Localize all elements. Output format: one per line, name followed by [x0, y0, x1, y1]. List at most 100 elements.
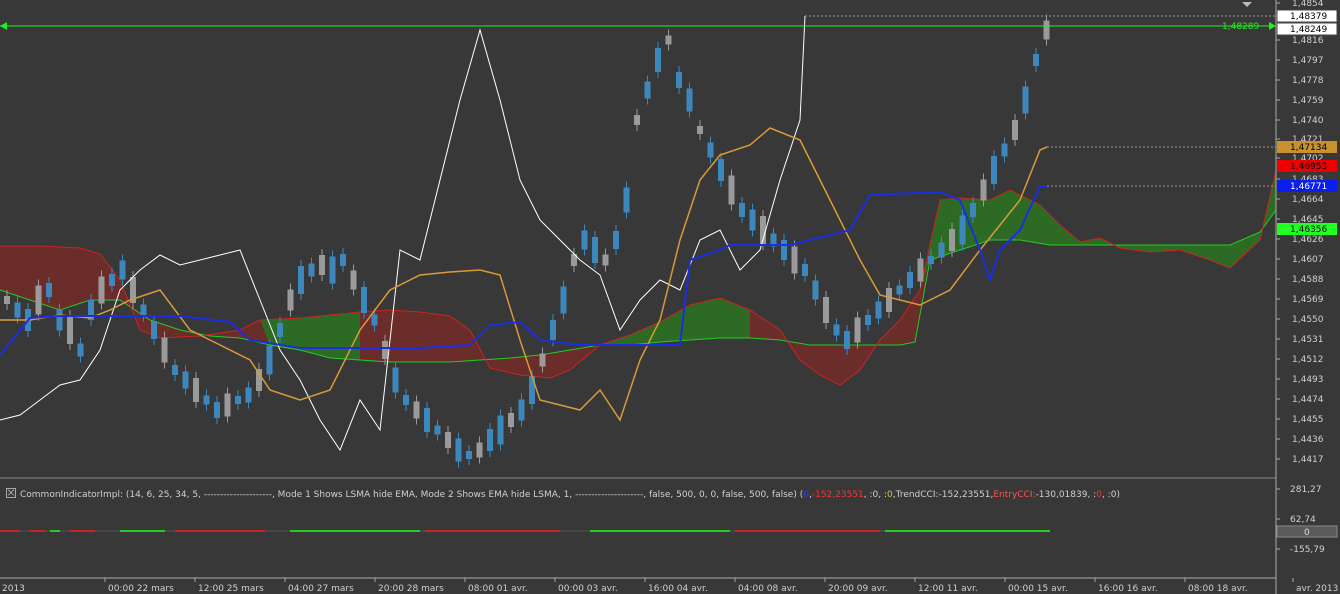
candle [287, 289, 294, 311]
candle [35, 285, 42, 315]
candle [665, 35, 672, 45]
candle [560, 286, 567, 314]
candle [917, 258, 924, 282]
candle [980, 179, 987, 201]
price-tick-label: 1,4588 [1292, 275, 1324, 285]
candle [865, 315, 871, 325]
candle [434, 425, 441, 435]
close-indicator-icon[interactable] [6, 488, 16, 498]
time-tick-label: 00:00 22 mars [108, 584, 174, 594]
price-tick-label: 1,4474 [1292, 395, 1324, 405]
candle [550, 320, 556, 340]
candle [340, 254, 346, 266]
candle [424, 408, 430, 432]
indicator-name: CommonIndicatorImpl: (14, 6, 25, 34, 5, … [20, 490, 804, 500]
candle [497, 415, 504, 445]
candle [1033, 54, 1039, 66]
candle [1043, 20, 1050, 40]
candle [203, 395, 210, 405]
indicator-tick-label: 281,27 [1290, 485, 1322, 495]
time-tick-label: 08:00 18 avr. [1188, 584, 1248, 594]
candle [844, 331, 850, 349]
legend-sep: , : [863, 490, 873, 500]
candle [403, 395, 409, 405]
price-tick-label: 1,4512 [1292, 355, 1324, 365]
candle [581, 230, 588, 250]
candle [718, 159, 724, 181]
candle [1001, 143, 1008, 157]
time-tick-label: 04:00 08 avr. [738, 584, 798, 594]
price-tick-label: 1,4664 [1292, 195, 1324, 205]
candle [235, 396, 241, 404]
candle [277, 323, 283, 337]
candle [623, 187, 630, 213]
svg-text:1,48379: 1,48379 [1290, 12, 1327, 22]
time-tick-label: 00:00 03 avr. [558, 584, 618, 594]
svg-text:1,47134: 1,47134 [1290, 143, 1327, 153]
main-plot-area[interactable] [0, 0, 1276, 478]
candle [67, 316, 73, 344]
svg-text:1,46356: 1,46356 [1290, 225, 1327, 235]
time-tick-label: 08:00 01 avr. [468, 584, 528, 594]
legend-close: ) [1116, 490, 1120, 500]
price-tick-label: 1,4569 [1292, 295, 1324, 305]
candle [361, 287, 367, 313]
time-tick-label: 16:00 04 avr. [648, 584, 708, 594]
candle [445, 432, 451, 448]
candle [14, 302, 21, 318]
candle [466, 451, 472, 459]
candle [140, 304, 147, 316]
time-tick-label: 04:00 27 mars [288, 584, 354, 594]
price-tick-label: 1,4417 [1292, 455, 1324, 465]
entry-cci-value: -130,01839 [1035, 490, 1088, 500]
candle [896, 285, 903, 295]
candle [46, 283, 52, 297]
candle [802, 264, 808, 276]
time-axis[interactable]: 2013 00:00 22 mars 12:00 25 mars 04:00 27 m… [0, 578, 1338, 594]
candle [245, 387, 252, 403]
price-tick-label: 1,4854 [1292, 0, 1324, 9]
indicator-tick-label: -155,79 [1290, 545, 1325, 555]
candle [508, 413, 514, 427]
candle [613, 231, 619, 249]
price-tick-label: 1,4778 [1292, 76, 1324, 86]
candle [214, 402, 220, 418]
candle [907, 272, 913, 288]
candle [791, 246, 798, 274]
candle [739, 203, 745, 217]
indicator-tick-label: 62,74 [1290, 515, 1316, 525]
indicator-zero-tag: 0 [1276, 525, 1338, 538]
candle [224, 393, 231, 417]
candle [686, 88, 693, 112]
time-tick-label: 20:00 09 avr. [828, 584, 888, 594]
indicator-axis[interactable]: 281,27 62,74 -155,79 [1276, 485, 1325, 555]
candle [1012, 120, 1018, 140]
candle [854, 317, 861, 343]
time-tick-label: 20:00 28 mars [378, 584, 444, 594]
candle [56, 309, 63, 331]
candle [109, 274, 115, 286]
price-tick-label: 1,4607 [1292, 255, 1324, 265]
candle [329, 256, 336, 284]
candle [476, 442, 483, 458]
span-a-price-tag: 1,46356 [1277, 223, 1337, 235]
candle [749, 209, 756, 231]
candle [98, 276, 105, 304]
time-tick-label: 12:00 11 avr. [918, 584, 978, 594]
legend-sep: , : [1101, 490, 1111, 500]
candle [959, 215, 966, 245]
candle [949, 229, 955, 251]
candle [382, 341, 388, 359]
entry-cci-label: EntryCCI: [993, 490, 1036, 500]
candle [193, 378, 199, 402]
candle [823, 297, 829, 323]
trading-chart[interactable]: 1,48289 1,4854 1,4816 1,4797 1,4778 1,4759 1,… [0, 0, 1340, 594]
legend-sep: , : [1087, 490, 1097, 500]
time-tick-label: avr. 2013 [1296, 584, 1338, 594]
candle [875, 301, 882, 319]
price-tick-label: 1,4436 [1292, 435, 1324, 445]
candle [455, 438, 462, 462]
trend-cci-value: -152,23551 [938, 490, 991, 500]
kijun-price-tag: 1,46771 [1277, 180, 1337, 192]
candle [4, 296, 10, 304]
